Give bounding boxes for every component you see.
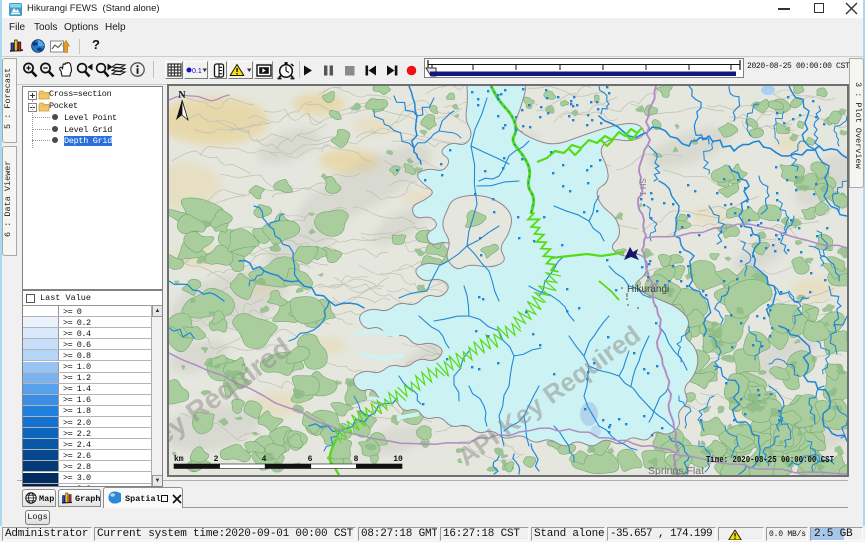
svg-text:Time: 2020-08-25 00:00:00 CST: Time: 2020-08-25 00:00:00 CST [706,455,834,465]
svg-text:2: 2 [214,455,219,464]
svg-text:Hikurangi: Hikurangi [627,284,669,295]
svg-text:SH 1: SH 1 [638,178,647,196]
svg-text:N: N [178,90,186,101]
svg-text:Springs Flat: Springs Flat [648,465,704,475]
svg-text:0.1: 0.1 [192,68,202,75]
svg-text:4: 4 [262,455,267,464]
svg-text:10: 10 [393,455,403,464]
svg-text:8: 8 [354,455,359,464]
svg-text:km: km [174,455,184,464]
svg-text:6: 6 [308,455,313,464]
